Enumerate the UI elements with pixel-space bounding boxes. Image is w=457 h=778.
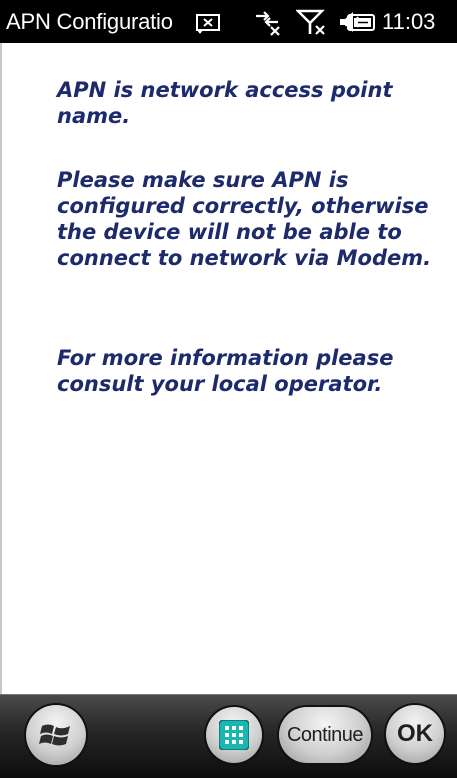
message-notification-icon[interactable] — [194, 8, 222, 36]
ok-button-label: OK — [397, 720, 433, 747]
apn-definition-text: APN is network access point name. — [57, 78, 393, 128]
soft-key-bar: Continue OK — [0, 694, 457, 778]
ok-button[interactable]: OK — [386, 705, 444, 763]
clock[interactable]: 11:03 — [382, 8, 435, 36]
keyboard-button[interactable] — [206, 707, 262, 763]
continue-button[interactable]: Continue — [279, 707, 371, 763]
apn-warning-text: Please make sure APN is configured corre… — [57, 168, 432, 270]
title-bar: APN Configuratio 11:03 — [0, 0, 457, 43]
data-connection-icon[interactable] — [252, 8, 282, 36]
start-button[interactable] — [26, 705, 86, 765]
message-panel: APN is network access point name. Please… — [0, 43, 457, 694]
operator-info-text: For more information please consult your… — [57, 346, 394, 396]
screen: APN Configuratio 11:03 APN is network ac… — [0, 0, 457, 778]
battery-drawn — [345, 8, 379, 36]
windows-start-icon — [39, 720, 73, 750]
app-title: APN Configuratio — [6, 9, 173, 34]
keyboard-icon — [219, 720, 249, 750]
no-signal-icon[interactable] — [296, 8, 328, 36]
